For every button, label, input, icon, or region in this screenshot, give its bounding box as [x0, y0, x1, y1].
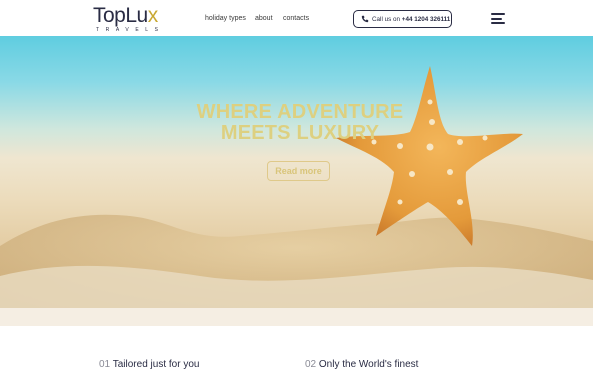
- feature-item-finest: 02 Only the World's finest: [305, 359, 418, 370]
- phone-icon: [361, 15, 369, 23]
- feature-label: Only the World's finest: [318, 359, 419, 370]
- hero-title-line-1: WHERE ADVENTURE: [196, 101, 404, 123]
- read-more-button[interactable]: Read more: [267, 161, 330, 181]
- logo-accent-letter: x: [147, 4, 159, 27]
- feature-number: 02: [305, 359, 317, 370]
- call-prefix: Call us on: [372, 16, 402, 23]
- nav-holiday-types[interactable]: holiday types: [205, 15, 246, 22]
- logo-text: TopLux: [93, 4, 158, 27]
- hamburger-menu-icon[interactable]: [491, 13, 505, 24]
- hero-banner: WHERE ADVENTURE MEETS LUXURY Read more: [0, 36, 593, 326]
- phone-number: +44 1204 326111: [401, 16, 451, 23]
- call-button[interactable]: Call us on +44 1204 326111: [353, 10, 452, 28]
- site-header: TopLux TRAVELS holiday types about conta…: [0, 0, 593, 36]
- feature-label: Tailored just for you: [112, 359, 200, 370]
- logo-subtitle: TRAVELS: [96, 27, 165, 33]
- nav-contacts[interactable]: contacts: [283, 15, 309, 22]
- feature-item-tailored: 01 Tailored just for you: [99, 359, 199, 370]
- hero-title-line-2: MEETS LUXURY: [220, 122, 380, 144]
- feature-number: 01: [99, 359, 111, 370]
- logo[interactable]: TopLux TRAVELS: [93, 4, 163, 34]
- nav-about[interactable]: about: [255, 15, 273, 22]
- hero-title: WHERE ADVENTURE MEETS LUXURY: [140, 102, 460, 144]
- starfish-image: [336, 66, 523, 246]
